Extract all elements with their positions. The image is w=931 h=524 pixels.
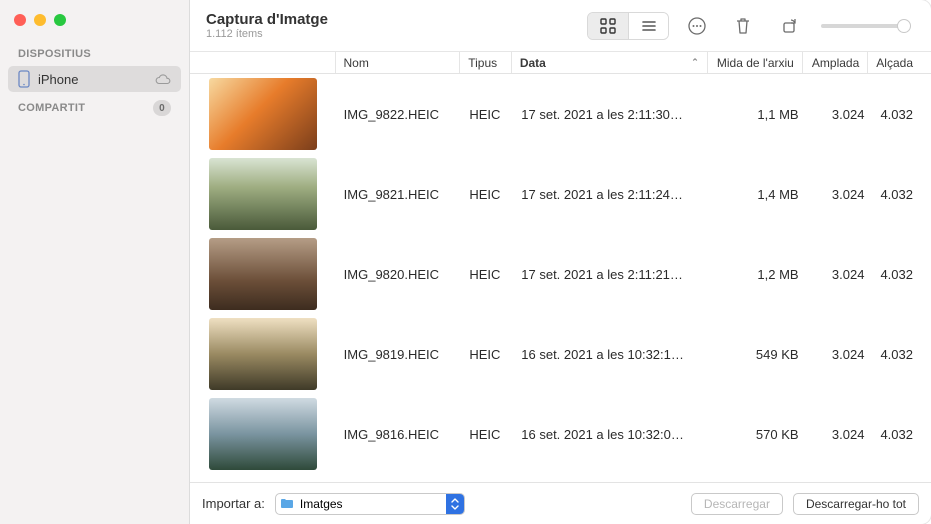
phone-icon <box>18 70 30 88</box>
shared-count-badge: 0 <box>153 100 171 116</box>
cell-date: 17 set. 2021 a les 2:11:30… <box>513 107 711 122</box>
cell-type: HEIC <box>461 187 513 202</box>
table-row[interactable]: IMG_9822.HEIC HEIC 17 set. 2021 a les 2:… <box>190 74 931 154</box>
rotate-icon <box>779 16 799 36</box>
cell-width: 3.024 <box>807 187 873 202</box>
title-bar: Captura d'Imatge 1.112 ítems <box>190 0 931 52</box>
cell-type: HEIC <box>461 347 513 362</box>
slider-knob[interactable] <box>897 19 911 33</box>
sort-indicator-icon: ⌃ <box>691 57 699 68</box>
close-window-button[interactable] <box>14 14 26 26</box>
cell-date: 16 set. 2021 a les 10:32:0… <box>513 427 711 442</box>
download-button[interactable]: Descarregar <box>691 493 783 515</box>
thumbnail <box>209 398 317 470</box>
title-box: Captura d'Imatge 1.112 ítems <box>206 11 328 40</box>
zoom-window-button[interactable] <box>54 14 66 26</box>
content-area: Captura d'Imatge 1.112 ítems <box>190 0 931 524</box>
table-row[interactable]: IMG_9816.HEIC HEIC 16 set. 2021 a les 10… <box>190 394 931 474</box>
cell-name: IMG_9821.HEIC <box>336 187 462 202</box>
delete-button[interactable] <box>729 12 757 40</box>
cell-size: 1,4 MB <box>711 187 807 202</box>
col-size[interactable]: Mida de l'arxiu <box>707 52 802 73</box>
view-mode-toggle <box>587 12 669 40</box>
window-title: Captura d'Imatge <box>206 11 328 28</box>
col-thumbnail[interactable] <box>190 52 335 73</box>
cell-date: 17 set. 2021 a les 2:11:21… <box>513 267 711 282</box>
col-height[interactable]: Alçada <box>867 52 931 73</box>
list-view-button[interactable] <box>628 13 668 39</box>
cell-type: HEIC <box>461 427 513 442</box>
download-all-button[interactable]: Descarregar-ho tot <box>793 493 919 515</box>
list-icon <box>641 18 657 34</box>
thumbnail <box>209 158 317 230</box>
table-row[interactable]: IMG_9821.HEIC HEIC 17 set. 2021 a les 2:… <box>190 154 931 234</box>
sidebar-item-label: iPhone <box>38 72 78 87</box>
chevron-updown-icon <box>446 494 464 514</box>
item-count: 1.112 ítems <box>206 28 328 40</box>
cell-height: 4.032 <box>872 347 931 362</box>
sidebar: DISPOSITIUS iPhone COMPARTIT 0 <box>0 0 190 524</box>
destination-value: Imatges <box>298 497 446 511</box>
cell-type: HEIC <box>461 267 513 282</box>
table-row[interactable]: IMG_9819.HEIC HEIC 16 set. 2021 a les 10… <box>190 314 931 394</box>
cell-width: 3.024 <box>807 267 873 282</box>
table-row[interactable]: IMG_9820.HEIC HEIC 17 set. 2021 a les 2:… <box>190 234 931 314</box>
cell-date: 17 set. 2021 a les 2:11:24… <box>513 187 711 202</box>
cell-size: 570 KB <box>711 427 807 442</box>
col-name[interactable]: Nom <box>335 52 460 73</box>
cell-name: IMG_9819.HEIC <box>336 347 462 362</box>
cell-name: IMG_9822.HEIC <box>336 107 462 122</box>
thumbnail <box>209 318 317 390</box>
cell-height: 4.032 <box>872 107 931 122</box>
cell-type: HEIC <box>461 107 513 122</box>
import-to-label: Importar a: <box>202 496 265 511</box>
destination-select[interactable]: Imatges <box>275 493 465 515</box>
col-date[interactable]: Data ⌃ <box>511 52 707 73</box>
more-button[interactable] <box>683 12 711 40</box>
footer-bar: Importar a: Imatges Descarregar Descarre… <box>190 482 931 524</box>
more-icon <box>687 16 707 36</box>
cell-size: 1,2 MB <box>711 267 807 282</box>
cell-size: 1,1 MB <box>711 107 807 122</box>
sidebar-section-label: COMPARTIT <box>18 102 85 114</box>
thumbnail-size-slider[interactable] <box>821 24 911 28</box>
folder-icon <box>276 498 298 509</box>
main-area: DISPOSITIUS iPhone COMPARTIT 0 Captura <box>0 0 931 524</box>
cell-width: 3.024 <box>807 347 873 362</box>
col-width[interactable]: Amplada <box>802 52 867 73</box>
col-type[interactable]: Tipus <box>459 52 511 73</box>
cell-size: 549 KB <box>711 347 807 362</box>
cell-height: 4.032 <box>872 427 931 442</box>
cell-date: 16 set. 2021 a les 10:32:1… <box>513 347 711 362</box>
table-header: Nom Tipus Data ⌃ Mida de l'arxiu Amplada… <box>190 52 931 74</box>
cell-name: IMG_9816.HEIC <box>336 427 462 442</box>
grid-view-button[interactable] <box>588 13 628 39</box>
sidebar-item-iphone[interactable]: iPhone <box>8 66 181 92</box>
cell-width: 3.024 <box>807 427 873 442</box>
sidebar-section-devices: DISPOSITIUS <box>0 46 189 66</box>
cell-name: IMG_9820.HEIC <box>336 267 462 282</box>
window-controls <box>0 0 189 46</box>
cell-width: 3.024 <box>807 107 873 122</box>
cloud-icon <box>155 74 171 85</box>
thumbnail <box>209 78 317 150</box>
sidebar-section-shared: COMPARTIT 0 <box>0 98 189 122</box>
app-window: DISPOSITIUS iPhone COMPARTIT 0 Captura <box>0 0 931 524</box>
table-body: IMG_9822.HEIC HEIC 17 set. 2021 a les 2:… <box>190 74 931 482</box>
minimize-window-button[interactable] <box>34 14 46 26</box>
sidebar-section-label: DISPOSITIUS <box>18 48 91 60</box>
rotate-button[interactable] <box>775 12 803 40</box>
thumbnail <box>209 238 317 310</box>
grid-icon <box>600 18 616 34</box>
cell-height: 4.032 <box>872 187 931 202</box>
cell-height: 4.032 <box>872 267 931 282</box>
trash-icon <box>734 16 752 36</box>
